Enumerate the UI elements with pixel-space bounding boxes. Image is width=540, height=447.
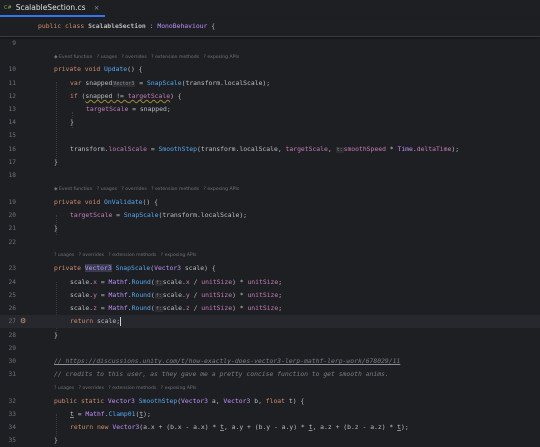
comment-link[interactable]: // https://discussions.unity.com/t/how-e… xyxy=(54,355,400,368)
code-vision-lens[interactable]: ? usages ? overrides ? extension methods… xyxy=(54,384,196,394)
code-line: 11 var snappedVector3 = SnapScale(transfo… xyxy=(8,79,271,87)
code-line: 13 targetScale = snapped; xyxy=(8,105,171,113)
sticky-class-header[interactable]: public class ScalableSection : MonoBehav… xyxy=(0,18,540,37)
code-line: 21} xyxy=(8,224,58,232)
code-line: 26 scale.z = Mathf.Round(f:scale.z / unit… xyxy=(8,304,283,312)
code-line: 23 private Vector3 SnapScale(Vector3 scal… xyxy=(8,264,216,272)
code-line: 9 xyxy=(12,40,16,47)
sticky-line: public class ScalableSection : MonoBehav… xyxy=(0,20,540,33)
code-vision-lens[interactable]: ◆ Event function ? usages ? overrides ? … xyxy=(54,53,239,63)
code-line: 12 if (snapped != targetScale) { xyxy=(8,92,182,100)
code-line: 34 return new Vector3(a.x + (b.x - a.x) *… xyxy=(8,423,409,431)
code-line: 28} xyxy=(8,331,58,339)
code-line: 16 transform.localScale = SmoothStep(tran… xyxy=(8,145,460,153)
code-line: 19 private void OnValidate() { xyxy=(8,198,158,206)
code-line: 10 private void Update() { xyxy=(8,65,143,73)
code-line: 25 scale.y = Mathf.Round(f:scale.y / unit… xyxy=(8,291,283,299)
code-line: 33 t = Mathf.Clamp01(t); xyxy=(8,410,151,418)
code-vision-lens[interactable]: ? usages ? overrides ? extension methods… xyxy=(54,251,196,261)
code-line: 31// credits to this user, as they gave … xyxy=(8,370,389,378)
code-line: 24 scale.x = Mathf.Round(f:scale.x / unit… xyxy=(8,278,283,286)
code-vision-lens[interactable]: ◆ Event function ? usages ? overrides ? … xyxy=(54,185,239,195)
code-line: 15 xyxy=(8,132,16,139)
code-line: 22 xyxy=(8,239,16,246)
code-line: 32 public static Vector3 SmoothStep(Vecto… xyxy=(8,397,305,405)
code-line: 20 targetScale = SnapScale(transform.loca… xyxy=(8,211,248,219)
code-line: 17} xyxy=(8,158,58,166)
text-caret xyxy=(120,316,122,326)
code-line: 29 xyxy=(8,345,16,352)
code-editor[interactable]: 9 ◆ Event function ? usages ? overrides … xyxy=(0,0,540,447)
class-declaration: public class ScalableSection : MonoBehav… xyxy=(38,22,216,30)
code-line: 30// https://discussions.unity.com/t/how… xyxy=(0,355,540,368)
type-hint: Vector3 xyxy=(112,81,136,87)
code-line: 18 xyxy=(8,172,16,179)
code-line: 14} xyxy=(8,118,74,126)
bulb-icon[interactable]: ⚙ xyxy=(20,315,26,328)
current-code-line: 27 ⚙ return scale; xyxy=(0,315,540,328)
code-line: 35} xyxy=(8,436,58,444)
